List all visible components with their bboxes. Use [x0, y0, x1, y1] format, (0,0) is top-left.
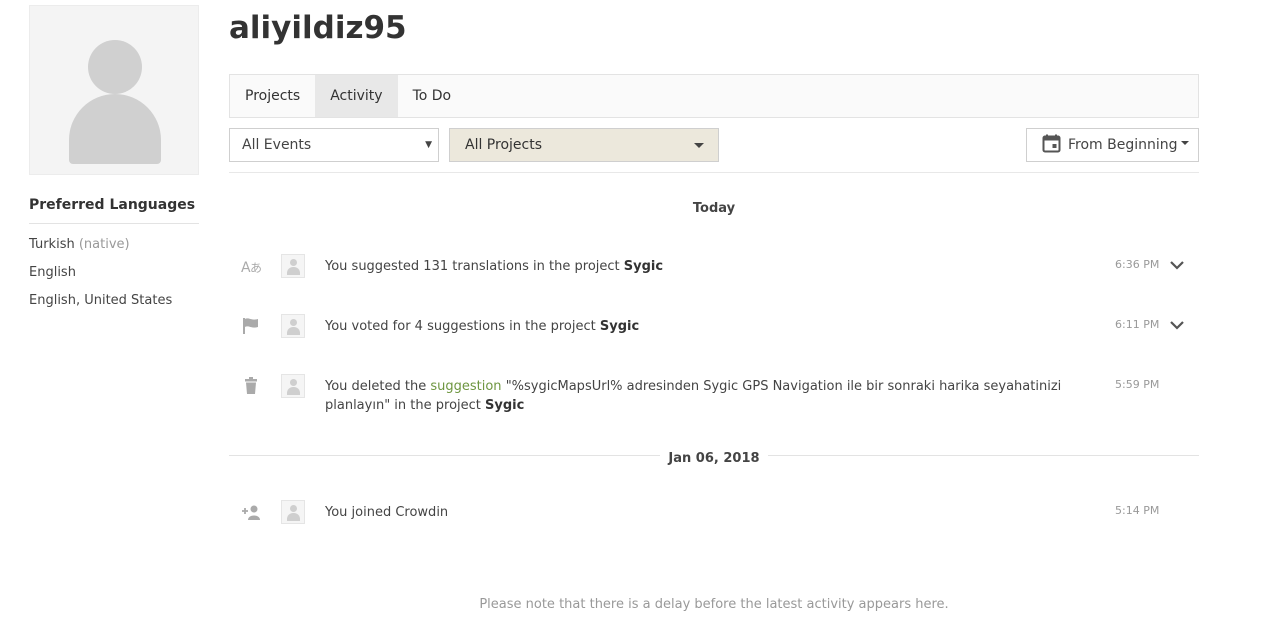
projects-select[interactable]: All Projects: [449, 128, 719, 162]
language-list: Turkish (native) English English, United…: [29, 237, 199, 308]
tab-todo[interactable]: To Do: [398, 75, 467, 117]
project-name: Sygic: [599, 319, 640, 334]
svg-text:あ: あ: [250, 261, 261, 275]
tab-projects[interactable]: Projects: [230, 75, 315, 117]
activity-time: 6:11 PM: [1115, 318, 1160, 331]
divider: [229, 172, 1199, 173]
events-select[interactable]: All Events ▼: [229, 128, 439, 162]
flag-icon: [243, 318, 258, 334]
profile-tabs: Projects Activity To Do: [229, 74, 1199, 118]
calendar-icon: [1042, 134, 1061, 152]
activity-filters: All Events ▼ All Projects From Beginning: [229, 128, 1199, 162]
activity-delay-note: Please note that there is a delay before…: [479, 597, 949, 612]
trash-icon: [245, 377, 257, 394]
language-item: Turkish (native): [29, 237, 130, 252]
user-avatar: [281, 374, 305, 398]
day-header: Today: [692, 201, 736, 216]
preferred-languages-title: Preferred Languages: [29, 197, 199, 224]
user-avatar: [281, 314, 305, 338]
profile-sidebar: Preferred Languages Turkish (native) Eng…: [29, 5, 199, 308]
tab-activity[interactable]: Activity: [315, 75, 398, 117]
activity-text: You suggested 131 translations in the pr…: [325, 259, 664, 274]
chevron-down-icon: [694, 143, 704, 148]
activity-text: You joined Crowdin: [325, 505, 449, 520]
main-content: aliyildiz95 Projects Activity To Do All …: [229, 0, 1199, 524]
date-range-button[interactable]: From Beginning: [1026, 128, 1199, 162]
page-title: aliyildiz95: [229, 10, 407, 46]
language-item: English: [29, 265, 76, 280]
activity-time: 6:36 PM: [1115, 258, 1160, 271]
caret-down-icon: [1180, 141, 1189, 145]
suggestion-link[interactable]: suggestion: [430, 379, 501, 394]
select-arrow-icon: ▼: [425, 140, 432, 150]
day-header: Jan 06, 2018: [229, 447, 1199, 466]
translate-icon: A あ: [241, 260, 261, 275]
user-avatar: [281, 500, 305, 524]
activity-time: 5:14 PM: [1115, 504, 1160, 517]
chevron-down-icon[interactable]: [1169, 257, 1185, 273]
project-name: Sygic: [485, 398, 525, 413]
profile-avatar: [29, 5, 199, 175]
language-item: English, United States: [29, 293, 173, 308]
add-user-icon: [242, 505, 260, 520]
activity-text: You voted for 4 suggestions in the proje…: [325, 319, 640, 334]
activity-text: You deleted the suggestion "%sygicMapsUr…: [325, 379, 1062, 413]
chevron-down-icon[interactable]: [1169, 317, 1185, 333]
activity-time: 5:59 PM: [1115, 378, 1160, 391]
project-name: Sygic: [623, 259, 664, 274]
native-badge: (native): [78, 237, 130, 252]
user-avatar: [281, 254, 305, 278]
